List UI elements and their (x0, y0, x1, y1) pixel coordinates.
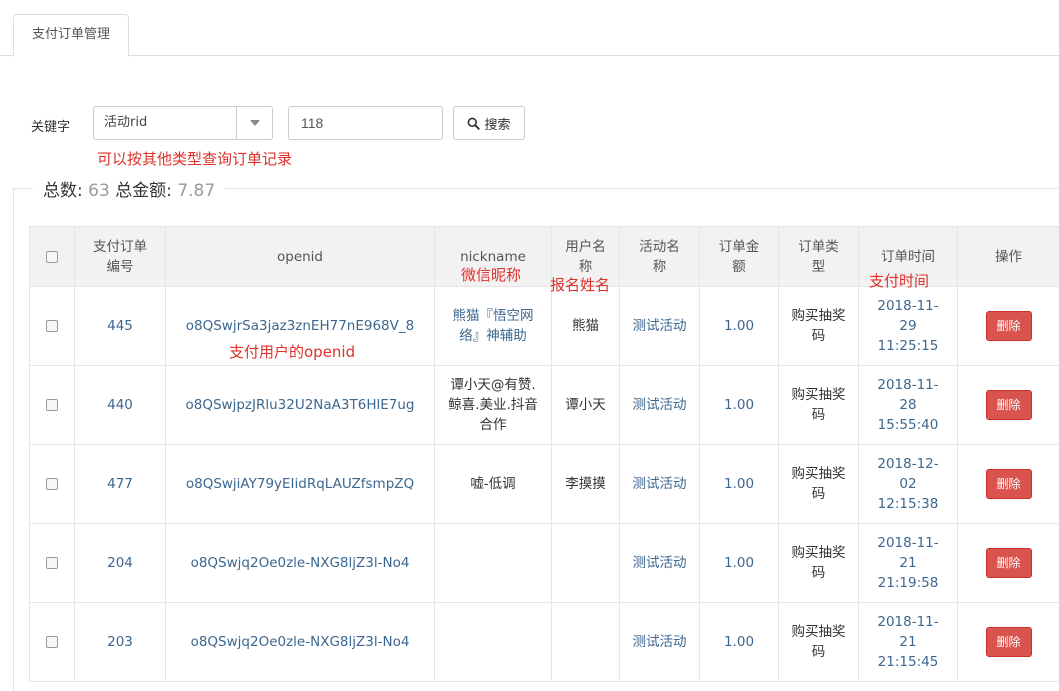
search-type-select[interactable]: 活动rid (93, 106, 273, 140)
openid-annotation: 支付用户的openid (229, 343, 356, 361)
row-select-cell (29, 523, 75, 603)
time-annotation: 支付时间 (869, 272, 930, 290)
action-cell: 删除 (957, 286, 1059, 366)
username-cell: 李摸摸 (551, 444, 620, 524)
time-cell: 2018-11-21 21:19:58 (858, 523, 958, 603)
time-cell: 2018-11-28 15:55:40 (858, 365, 958, 445)
select-all-checkbox[interactable] (46, 250, 58, 263)
type-cell: 购买抽奖码 (778, 286, 859, 366)
row-checkbox[interactable] (46, 478, 58, 490)
openid-cell: o8QSwjq2Oe0zle-NXG8ljZ3l-No4 (165, 523, 435, 603)
search-button-label: 搜索 (484, 117, 511, 133)
nickname-cell: 熊猫『悟空网络』神辅助 (434, 286, 552, 366)
dropdown-arrow[interactable] (236, 107, 272, 139)
row-checkbox[interactable] (46, 636, 58, 648)
username-cell (551, 523, 620, 603)
activity-cell: 测试活动 (619, 444, 700, 524)
tab-payment-orders[interactable]: 支付订单管理 (13, 14, 129, 57)
delete-button[interactable]: 删除 (985, 548, 1032, 578)
table-row: 440 o8QSwjpzJRlu32U2NaA3T6HlE7ug 谭小天@有赞.… (29, 365, 1059, 445)
type-cell: 购买抽奖码 (778, 602, 859, 682)
username-cell: 谭小天 (551, 365, 620, 445)
col-openid: openid (165, 226, 435, 287)
amount-cell: 1.00 (699, 602, 779, 682)
type-cell: 购买抽奖码 (778, 523, 859, 603)
search-hint-annotation: 可以按其他类型查询订单记录 (97, 150, 293, 168)
order-no-cell: 204 (74, 523, 166, 603)
keyword-input[interactable] (288, 106, 443, 140)
col-amount: 订单金额 (699, 226, 779, 287)
amount-cell: 1.00 (699, 365, 779, 445)
search-icon (468, 117, 481, 130)
delete-button[interactable]: 删除 (985, 311, 1032, 341)
col-type: 订单类型 (778, 226, 859, 287)
nickname-cell (434, 523, 552, 603)
row-select-cell (29, 444, 75, 524)
search-type-value: 活动rid (104, 115, 148, 130)
total-value: 63 (88, 181, 110, 201)
col-order-no: 支付订单编号 (74, 226, 166, 287)
table-row: 445 o8QSwjrSa3jaz3znEH77nE968V_8 熊猫『悟空网络… (29, 286, 1059, 366)
summary-legend: 总数: 63 总金额: 7.87 (33, 176, 226, 201)
type-cell: 购买抽奖码 (778, 444, 859, 524)
activity-cell: 测试活动 (619, 523, 700, 603)
nickname-annotation: 微信昵称 (461, 266, 522, 284)
amount-cell: 1.00 (699, 286, 779, 366)
nickname-cell: 嘘-低调 (434, 444, 552, 524)
row-select-cell (29, 365, 75, 445)
time-cell: 2018-11-21 21:15:45 (858, 602, 958, 682)
openid-cell: o8QSwjpzJRlu32U2NaA3T6HlE7ug (165, 365, 435, 445)
nickname-cell: 谭小天@有赞.鲸喜.美业.抖音合作 (434, 365, 552, 445)
total-label: 总数: (43, 181, 83, 201)
tab-bar: 支付订单管理 (0, 0, 1059, 57)
openid-cell: o8QSwjq2Oe0zle-NXG8ljZ3l-No4 (165, 602, 435, 682)
delete-button[interactable]: 删除 (985, 627, 1032, 657)
row-checkbox[interactable] (46, 557, 58, 569)
row-checkbox[interactable] (46, 399, 58, 411)
amount-cell: 1.00 (699, 523, 779, 603)
table-row: 204 o8QSwjq2Oe0zle-NXG8ljZ3l-No4 测试活动 1.… (29, 523, 1059, 603)
nickname-cell (434, 602, 552, 682)
openid-cell: o8QSwjiAY79yEIidRqLAUZfsmpZQ (165, 444, 435, 524)
action-cell: 删除 (957, 444, 1059, 524)
username-annotation: 报名姓名 (550, 276, 611, 294)
time-cell: 2018-11-29 11:25:15 (858, 286, 958, 366)
search-button[interactable]: 搜索 (453, 106, 525, 140)
order-no-cell: 445 (74, 286, 166, 366)
username-cell: 熊猫 (551, 286, 620, 366)
time-cell: 2018-12-02 12:15:38 (858, 444, 958, 524)
amount-label: 总金额: (115, 181, 172, 201)
activity-cell: 测试活动 (619, 286, 700, 366)
order-no-cell: 440 (74, 365, 166, 445)
orders-table: 支付订单编号 openid nickname 用户名称 活动名称 订单金额 订单… (29, 226, 1059, 682)
table-row: 477 o8QSwjiAY79yEIidRqLAUZfsmpZQ 嘘-低调 李摸… (29, 444, 1059, 524)
delete-button[interactable]: 删除 (985, 469, 1032, 499)
col-activity: 活动名称 (619, 226, 700, 287)
order-no-cell: 203 (74, 602, 166, 682)
delete-button[interactable]: 删除 (985, 390, 1032, 420)
amount-value: 7.87 (177, 181, 216, 201)
keyword-label: 关键字 (31, 120, 71, 135)
col-action: 操作 (957, 226, 1059, 287)
username-cell (551, 602, 620, 682)
order-no-cell: 477 (74, 444, 166, 524)
table-row: 203 o8QSwjq2Oe0zle-NXG8ljZ3l-No4 测试活动 1.… (29, 602, 1059, 682)
caret-down-icon (250, 120, 260, 126)
row-checkbox[interactable] (46, 320, 58, 332)
action-cell: 删除 (957, 602, 1059, 682)
activity-cell: 测试活动 (619, 602, 700, 682)
action-cell: 删除 (957, 365, 1059, 445)
select-all-cell (29, 226, 75, 287)
action-cell: 删除 (957, 523, 1059, 603)
activity-cell: 测试活动 (619, 365, 700, 445)
row-select-cell (29, 602, 75, 682)
row-select-cell (29, 286, 75, 366)
type-cell: 购买抽奖码 (778, 365, 859, 445)
amount-cell: 1.00 (699, 444, 779, 524)
